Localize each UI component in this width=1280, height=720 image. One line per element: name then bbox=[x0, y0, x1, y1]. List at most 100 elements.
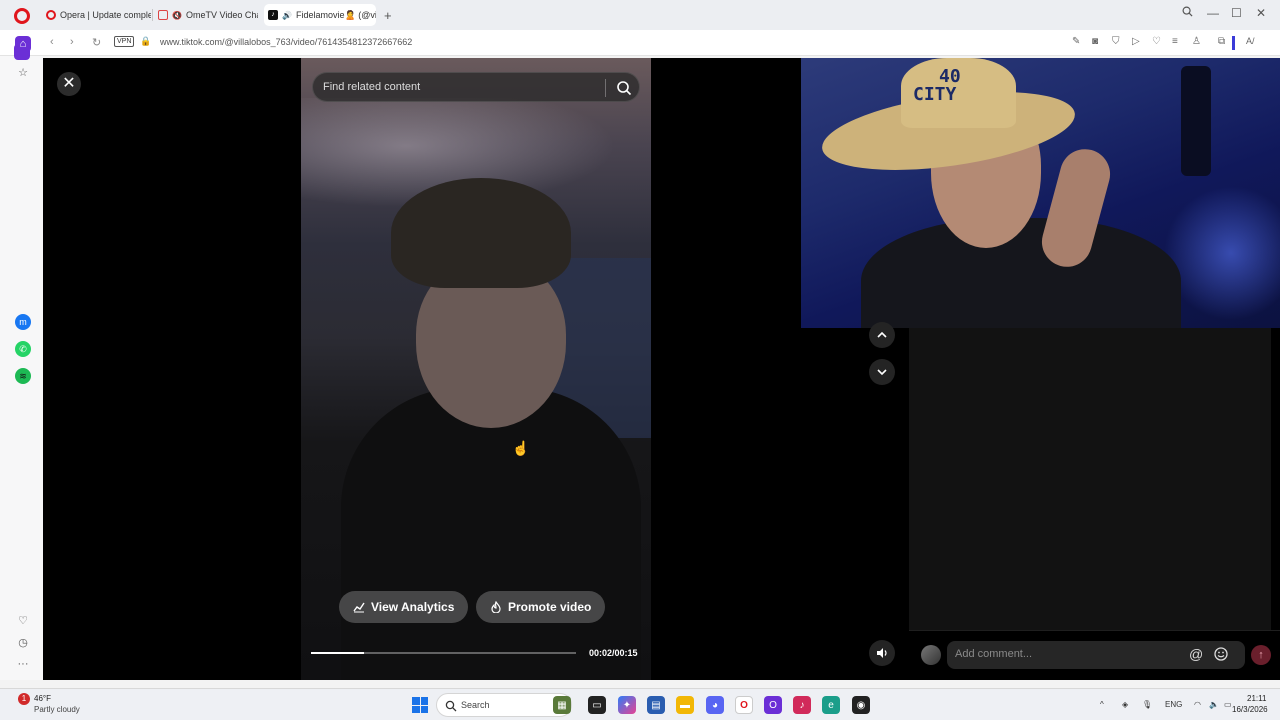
messenger-icon[interactable]: m bbox=[15, 314, 31, 330]
volume-button[interactable] bbox=[869, 640, 895, 666]
webcam-speaker bbox=[1181, 66, 1211, 176]
clock-time[interactable]: 21:11 bbox=[1247, 694, 1266, 703]
news-widget-icon[interactable]: ▦ bbox=[553, 696, 571, 714]
vpn-badge[interactable]: VPN bbox=[114, 36, 135, 47]
video-player[interactable]: Find related content ☝ View Analytics Pr… bbox=[301, 58, 651, 680]
edit-icon[interactable]: ✎ bbox=[1072, 36, 1080, 47]
play-icon[interactable]: ▷ bbox=[1132, 36, 1140, 47]
opera-taskbar-icon[interactable]: O bbox=[735, 696, 753, 714]
back-icon[interactable]: ‹ bbox=[50, 36, 54, 48]
tab-label: OmeTV Video Chat - bbox=[185, 10, 258, 20]
volume-icon bbox=[877, 648, 887, 658]
store-icon[interactable]: ▤ bbox=[647, 696, 665, 714]
microphone-icon[interactable]: 🎙 bbox=[1142, 700, 1152, 709]
hat-text-line-2: CITY bbox=[913, 84, 957, 105]
heart-icon[interactable]: ♡ bbox=[1152, 36, 1161, 47]
weather-condition[interactable]: Partly cloudy bbox=[34, 705, 80, 714]
spotify-icon[interactable]: ≋ bbox=[15, 368, 31, 384]
avatar bbox=[921, 645, 941, 665]
tab-separator bbox=[152, 9, 153, 21]
promote-video-label: Promote video bbox=[508, 600, 592, 614]
video-progress-fill bbox=[311, 652, 364, 654]
related-search-box[interactable]: Find related content bbox=[312, 72, 640, 102]
profile-icon[interactable]: ♙ bbox=[1192, 36, 1201, 47]
edge-icon[interactable]: e bbox=[822, 696, 840, 714]
language-indicator[interactable]: ENG bbox=[1165, 700, 1182, 709]
address-bar: ‹ › ↻ VPN 🔒 www.tiktok.com/@villalobos_7… bbox=[0, 30, 1280, 56]
aria-indicator bbox=[1232, 36, 1235, 50]
comment-input[interactable]: Add comment... @ bbox=[947, 641, 1245, 669]
search-icon[interactable] bbox=[615, 79, 633, 97]
minimize-icon[interactable]: — bbox=[1207, 6, 1219, 20]
tab-label: Fidelamovie🙎 (@vill bbox=[295, 9, 376, 20]
whatsapp-icon[interactable]: ✆ bbox=[15, 341, 31, 357]
send-comment-button[interactable]: ↑ bbox=[1251, 645, 1271, 665]
tab-ometv[interactable]: 🔇 OmeTV Video Chat - bbox=[158, 6, 258, 24]
lock-icon[interactable]: 🔒 bbox=[140, 36, 151, 47]
tab-tiktok-active[interactable]: ♪ 🔊 Fidelamovie🙎 (@vill bbox=[264, 4, 376, 26]
weather-alert-icon[interactable]: 1 bbox=[18, 693, 30, 705]
comment-composer: Add comment... @ ↑ bbox=[909, 630, 1280, 680]
more-icon[interactable]: ··· bbox=[15, 656, 31, 672]
workspace-home-icon[interactable]: ⌂ bbox=[15, 36, 31, 52]
close-window-icon[interactable]: ✕ bbox=[1256, 6, 1266, 20]
tab-opera-update[interactable]: Opera | Update complete bbox=[46, 6, 151, 24]
obs-icon[interactable]: ◉ bbox=[852, 696, 870, 714]
previous-video-button[interactable] bbox=[869, 322, 895, 348]
tray-app-icon[interactable]: ◈ bbox=[1122, 700, 1128, 709]
extensions-icon[interactable]: ⧉ bbox=[1218, 36, 1225, 47]
streamer-webcam-overlay: 40 CITY bbox=[801, 58, 1280, 328]
url-field[interactable]: www.tiktok.com/@villalobos_763/video/761… bbox=[160, 37, 412, 47]
search-tabs-icon[interactable] bbox=[1182, 6, 1193, 20]
speaker-icon[interactable]: 🔈 bbox=[1209, 700, 1219, 709]
video-progress-bar[interactable] bbox=[311, 652, 576, 654]
webcam-shirt bbox=[861, 218, 1181, 328]
battery-icon[interactable]: ▭ bbox=[1224, 700, 1232, 709]
tiktok-icon: ♪ bbox=[268, 10, 278, 20]
weather-temperature[interactable]: 46°F bbox=[34, 694, 51, 703]
webcam-hat-lettering: 40 CITY bbox=[913, 68, 961, 104]
flame-icon bbox=[491, 601, 501, 613]
view-analytics-button[interactable]: View Analytics bbox=[339, 591, 469, 623]
close-video-button[interactable]: ✕ bbox=[57, 72, 81, 96]
opera-gx-icon[interactable]: O bbox=[764, 696, 782, 714]
analytics-icon bbox=[353, 602, 365, 613]
maximize-icon[interactable]: ☐ bbox=[1231, 6, 1242, 20]
forward-icon[interactable]: › bbox=[70, 36, 74, 48]
next-video-button[interactable] bbox=[869, 359, 895, 385]
history-icon[interactable]: ◷ bbox=[15, 634, 31, 650]
windows-start-icon[interactable] bbox=[412, 697, 428, 713]
taskbar-search[interactable]: Search bbox=[436, 693, 572, 717]
menu-icon[interactable]: ≡ bbox=[1172, 36, 1178, 47]
reload-icon[interactable]: ↻ bbox=[92, 36, 101, 49]
new-tab-button[interactable]: + bbox=[384, 8, 392, 23]
comment-placeholder: Add comment... bbox=[955, 648, 1033, 660]
clock-date[interactable]: 16/3/2026 bbox=[1232, 705, 1268, 714]
wifi-icon[interactable]: ◠ bbox=[1194, 700, 1201, 709]
shield-icon[interactable]: ⛉ bbox=[1112, 36, 1120, 47]
discord-icon[interactable]: ◕ bbox=[706, 696, 724, 714]
ai-icon[interactable]: A/ bbox=[1246, 36, 1255, 46]
copilot-icon[interactable]: ✦ bbox=[618, 696, 636, 714]
camera-icon[interactable]: ◙ bbox=[1092, 36, 1098, 47]
opera-sidebar-logo-icon[interactable] bbox=[16, 10, 30, 24]
tray-chevron-icon[interactable]: ^ bbox=[1100, 700, 1104, 709]
chevron-down-icon bbox=[877, 369, 887, 376]
speed-dial-icon[interactable]: ☆ bbox=[15, 64, 31, 80]
ometv-icon bbox=[158, 10, 168, 20]
opera-icon bbox=[46, 10, 56, 20]
file-explorer-icon[interactable]: ▬ bbox=[676, 696, 694, 714]
chevron-up-icon bbox=[877, 331, 887, 338]
promote-video-button[interactable]: Promote video bbox=[476, 591, 606, 623]
tab-audio-icon: 🔊 bbox=[282, 10, 292, 20]
search-icon bbox=[445, 699, 457, 712]
comments-panel bbox=[909, 328, 1271, 630]
mention-icon[interactable]: @ bbox=[1189, 646, 1203, 662]
favorites-icon[interactable]: ♡ bbox=[15, 612, 31, 628]
search-placeholder: Find related content bbox=[323, 81, 421, 93]
video-time: 00:02/00:15 bbox=[589, 648, 638, 658]
emoji-icon[interactable] bbox=[1213, 646, 1229, 662]
tab-mute-icon: 🔇 bbox=[172, 10, 182, 20]
tiktok-taskbar-icon[interactable]: ♪ bbox=[793, 696, 811, 714]
task-view-icon[interactable]: ▭ bbox=[588, 696, 606, 714]
